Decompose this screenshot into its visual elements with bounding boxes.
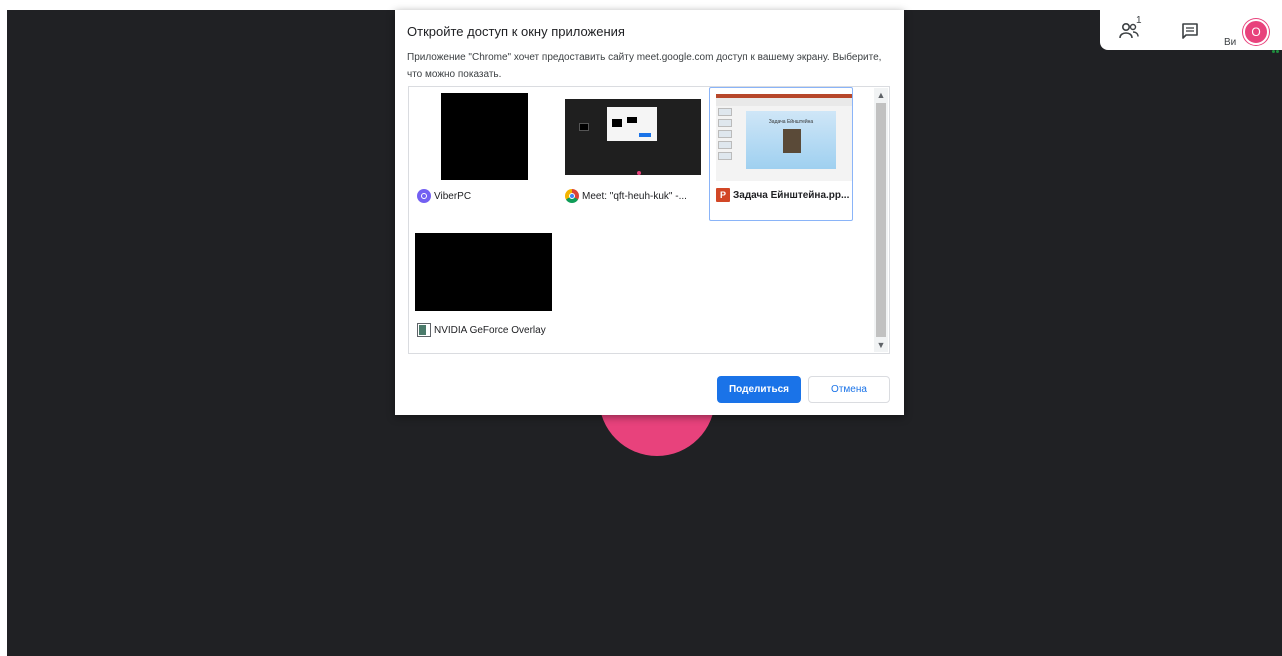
nvidia-overlay-icon <box>417 323 431 337</box>
viber-icon <box>417 189 431 203</box>
chevron-up-icon[interactable]: ▲ <box>874 88 888 102</box>
powerpoint-icon: P <box>716 188 730 202</box>
source-tile-nvidia[interactable]: NVIDIA GeForce Overlay <box>413 231 557 365</box>
slide-photo <box>783 129 801 153</box>
slide-preview: Задача Ейнштейна <box>746 111 836 169</box>
source-thumbnail: Задача Ейнштейна <box>716 94 852 181</box>
source-list-scrollbar[interactable]: ▲ ▼ <box>874 88 888 352</box>
user-short-label: Ви <box>1224 37 1237 48</box>
source-list: ViberPC Meet: "qft-heuh-kuk" -... Задача… <box>408 86 890 354</box>
source-tile-viber[interactable]: ViberPC <box>413 91 557 225</box>
speaking-indicator <box>1272 40 1282 53</box>
source-label: NVIDIA GeForce Overlay <box>434 324 546 336</box>
dialog-title: Откройте доступ к окну приложения <box>407 24 625 39</box>
share-button[interactable]: Поделиться <box>717 376 801 403</box>
chevron-down-icon[interactable]: ▼ <box>874 338 888 352</box>
source-tile-meet[interactable]: Meet: "qft-heuh-kuk" -... <box>561 91 705 225</box>
source-thumbnail <box>441 93 528 180</box>
chrome-icon <box>565 189 579 203</box>
scrollbar-thumb[interactable] <box>876 103 886 337</box>
cancel-button[interactable]: Отмена <box>808 376 890 403</box>
source-label: Задача Ейнштейна.pp... <box>733 189 850 201</box>
source-label: Meet: "qft-heuh-kuk" -... <box>582 190 687 202</box>
participants-count: 1 <box>1136 15 1142 26</box>
source-thumbnail <box>565 99 701 175</box>
chat-icon[interactable] <box>1180 21 1200 41</box>
dialog-description: Приложение "Chrome" хочет предоставить с… <box>407 52 882 80</box>
meet-top-right-controls: 1 Ви О <box>1100 10 1282 53</box>
slide-title: Задача Ейнштейна <box>768 119 814 125</box>
source-tile-powerpoint[interactable]: Задача Ейнштейна P Задача Ейнштейна.pp..… <box>709 87 853 221</box>
source-thumbnail <box>415 233 552 311</box>
user-avatar[interactable]: О <box>1243 19 1269 45</box>
source-label: ViberPC <box>434 190 472 202</box>
share-window-dialog: Откройте доступ к окну приложения Прилож… <box>395 10 904 415</box>
